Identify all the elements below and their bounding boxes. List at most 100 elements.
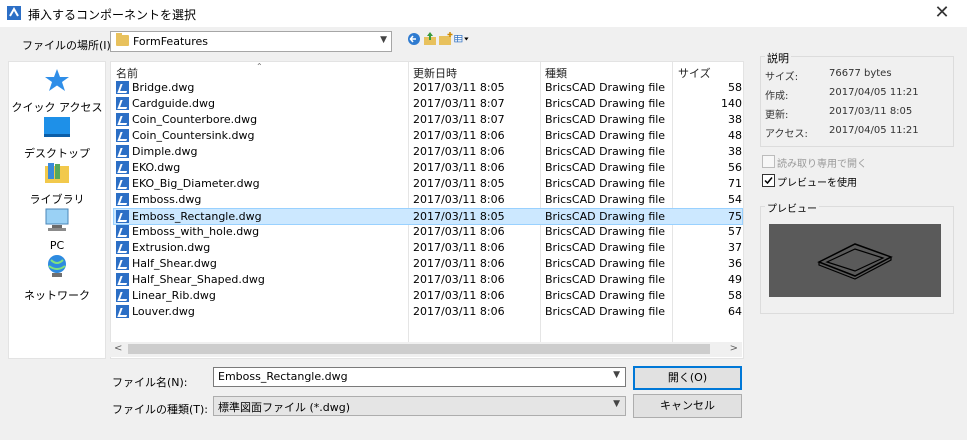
file-row[interactable]: Dimple.dwg 2017/03/11 8:06 BricsCAD Drawin… <box>114 144 743 160</box>
back-icon[interactable] <box>406 31 422 47</box>
file-type: BricsCAD Drawing file <box>545 161 666 174</box>
file-size: 49 <box>728 273 742 286</box>
file-row[interactable]: Half_Shear_Shaped.dwg 2017/03/11 8:06 Bric… <box>114 272 743 288</box>
file-date: 2017/03/11 8:05 <box>413 81 505 94</box>
dwg-file-icon <box>116 97 129 110</box>
dwg-file-icon <box>116 289 129 302</box>
file-name: Cardguide.dwg <box>132 97 215 110</box>
filetype-select[interactable]: 標準図面ファイル (*.dwg) ▼ <box>213 396 626 416</box>
file-date: 2017/03/11 8:06 <box>413 273 505 286</box>
file-size: 48 <box>728 129 742 142</box>
file-row[interactable]: Emboss_with_hole.dwg 2017/03/11 8:06 Brics… <box>114 224 743 240</box>
chevron-down-icon[interactable]: ▼ <box>613 399 620 409</box>
dwg-file-icon <box>116 273 129 286</box>
file-list[interactable]: ⌃ 名前 更新日時 種類 サイズ Bridge.dwg 2017/03/11 8:… <box>110 61 744 359</box>
chevron-down-icon[interactable]: ▼ <box>380 35 387 45</box>
file-row[interactable]: Bridge.dwg 2017/03/11 8:05 BricsCAD Drawin… <box>114 80 743 96</box>
file-row[interactable]: Louver.dwg 2017/03/11 8:06 BricsCAD Drawin… <box>114 304 743 320</box>
place-desktop[interactable]: デスクトップ <box>9 116 105 161</box>
file-date: 2017/03/11 8:06 <box>413 241 505 254</box>
desc-modified-label: 更新: <box>765 110 789 121</box>
preview-title: プレビュー <box>765 200 819 215</box>
file-name: Coin_Counterbore.dwg <box>132 113 258 126</box>
file-row-selected[interactable]: Emboss_Rectangle.dwg 2017/03/11 8:05 Brics… <box>113 208 743 225</box>
up-folder-icon[interactable] <box>422 31 438 47</box>
file-size: 140 <box>721 97 742 110</box>
place-library[interactable]: ライブラリ <box>9 162 105 207</box>
file-name: Extrusion.dwg <box>132 241 211 254</box>
preview-checkbox[interactable] <box>762 174 775 187</box>
dwg-file-icon <box>116 145 129 158</box>
file-type: BricsCAD Drawing file <box>545 193 666 206</box>
filetype-value: 標準図面ファイル (*.dwg) <box>218 401 351 414</box>
lookin-combo[interactable]: FormFeatures ▼ <box>110 31 392 52</box>
file-row[interactable]: Extrusion.dwg 2017/03/11 8:06 BricsCAD Dra… <box>114 240 743 256</box>
file-row[interactable]: EKO.dwg 2017/03/11 8:06 BricsCAD Drawing f… <box>114 160 743 176</box>
desc-access-value: 2017/04/05 11:21 <box>829 125 919 136</box>
file-name: EKO_Big_Diameter.dwg <box>132 177 260 190</box>
file-name: Bridge.dwg <box>132 81 195 94</box>
file-size: 38 <box>728 113 742 126</box>
file-row[interactable]: Coin_Counterbore.dwg 2017/03/11 8:07 Brics… <box>114 112 743 128</box>
readonly-checkbox[interactable] <box>762 155 775 168</box>
place-quick-access[interactable]: クイック アクセス <box>9 68 105 115</box>
file-size: 58 <box>728 81 742 94</box>
file-row[interactable]: EKO_Big_Diameter.dwg 2017/03/11 8:05 Brics… <box>114 176 743 192</box>
file-name: Emboss_with_hole.dwg <box>132 225 260 238</box>
place-pc[interactable]: PC <box>9 208 105 252</box>
file-date: 2017/03/11 8:06 <box>413 289 505 302</box>
dwg-file-icon <box>116 225 129 238</box>
window-title: 挿入するコンポーネントを選択 <box>28 8 197 22</box>
file-type: BricsCAD Drawing file <box>545 97 666 110</box>
file-date: 2017/03/11 8:06 <box>413 129 505 142</box>
desc-size-value: 76677 bytes <box>829 68 892 79</box>
filename-input[interactable]: Emboss_Rectangle.dwg ▼ <box>213 367 626 387</box>
close-icon[interactable]: ✕ <box>927 2 957 24</box>
filetype-label: ファイルの種類(T): <box>112 403 209 416</box>
dwg-file-icon <box>116 210 129 223</box>
file-size: 64 <box>728 305 742 318</box>
new-folder-icon[interactable] <box>438 31 454 47</box>
file-name: Emboss.dwg <box>132 193 202 206</box>
file-row[interactable]: Cardguide.dwg 2017/03/11 8:07 BricsCAD Dra… <box>114 96 743 112</box>
desc-size-label: サイズ: <box>765 72 799 83</box>
file-date: 2017/03/11 8:06 <box>413 161 505 174</box>
file-size: 54 <box>728 193 742 206</box>
file-row[interactable]: Half_Shear.dwg 2017/03/11 8:06 BricsCAD Dr… <box>114 256 743 272</box>
file-row[interactable]: Emboss.dwg 2017/03/11 8:06 BricsCAD Drawin… <box>114 192 743 208</box>
lookin-value: FormFeatures <box>133 35 209 48</box>
checkmark-icon <box>764 177 773 185</box>
file-size: 38 <box>728 145 742 158</box>
file-row[interactable]: Linear_Rib.dwg 2017/03/11 8:06 BricsCAD Dr… <box>114 288 743 304</box>
view-menu-icon[interactable] <box>454 31 470 47</box>
file-name: EKO.dwg <box>132 161 181 174</box>
chevron-down-icon[interactable]: ▼ <box>613 370 620 380</box>
file-name: Coin_Countersink.dwg <box>132 129 255 142</box>
library-icon <box>45 163 69 183</box>
open-button[interactable]: 開く(O) <box>633 366 742 390</box>
pc-icon <box>45 208 69 231</box>
dwg-file-icon <box>116 241 129 254</box>
file-type: BricsCAD Drawing file <box>545 113 666 126</box>
file-date: 2017/03/11 8:06 <box>413 193 505 206</box>
dwg-file-icon <box>116 161 129 174</box>
scroll-thumb[interactable] <box>128 344 710 354</box>
cancel-button[interactable]: キャンセル <box>633 394 742 418</box>
dwg-file-icon <box>116 129 129 142</box>
file-date: 2017/03/11 8:06 <box>413 305 505 318</box>
emboss-rectangle-drawing <box>817 243 893 280</box>
file-date: 2017/03/11 8:05 <box>413 177 505 190</box>
dwg-file-icon <box>116 305 129 318</box>
place-label: クイック アクセス <box>11 101 103 114</box>
file-row[interactable]: Coin_Countersink.dwg 2017/03/11 8:06 Brics… <box>114 128 743 144</box>
star-icon <box>45 69 69 91</box>
file-type: BricsCAD Drawing file <box>545 129 666 142</box>
scroll-left-icon[interactable]: < <box>114 343 122 354</box>
horizontal-scrollbar[interactable]: < > <box>110 342 742 357</box>
title-bar: 挿入するコンポーネントを選択 ✕ <box>0 0 967 27</box>
scroll-right-icon[interactable]: > <box>730 343 738 354</box>
place-network[interactable]: ネットワーク <box>9 254 105 303</box>
places-bar: クイック アクセス デスクトップ ライブラリ PC ネットワーク <box>8 61 106 359</box>
desc-created-label: 作成: <box>765 91 789 102</box>
file-size: 58 <box>728 289 742 302</box>
